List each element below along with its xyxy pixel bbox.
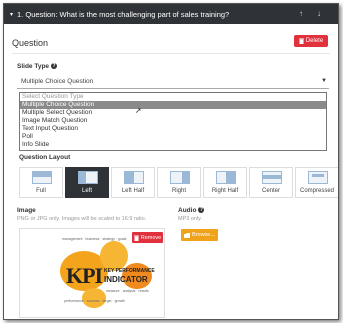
layout-right-half[interactable]: Right Half (203, 167, 247, 198)
layout-label: Left (81, 188, 92, 194)
question-header-bar[interactable]: ▾ 1. Question: What is the most challeng… (4, 4, 338, 24)
section-title: Question (12, 38, 49, 48)
chevron-down-icon: ▼ (321, 78, 327, 84)
kpi-subheading: KEY PERFORMANCE (104, 268, 155, 274)
kpi-heading: KPI (66, 263, 103, 288)
slide-type-select[interactable]: Multiple Choice Question ▼ (17, 75, 329, 89)
dropdown-option[interactable]: Select Question Type (20, 93, 326, 101)
slide-type-value: Multiple Choice Question (21, 78, 94, 85)
layout-options: Full Left Left Half Right Right Half Cen… (19, 167, 338, 198)
layout-left[interactable]: Left (65, 167, 109, 198)
layout-label: Compressed (299, 188, 334, 194)
move-up-icon[interactable]: ↑ (299, 9, 303, 18)
layout-right-icon (170, 171, 190, 184)
layout-compressed[interactable]: Compressed (295, 167, 338, 198)
delete-label: Delete (305, 38, 324, 44)
word-cloud: management · business · strategy · goals (62, 237, 127, 241)
remove-image-button[interactable]: Remove (132, 232, 163, 243)
layout-left-icon (78, 171, 98, 184)
slide-editor-panel: ▾ 1. Question: What is the most challeng… (3, 3, 339, 320)
layout-full-icon (32, 171, 52, 184)
browse-audio-button[interactable]: Browse... (181, 229, 218, 241)
layout-label: Right (171, 188, 186, 194)
help-icon[interactable]: ? (198, 207, 205, 214)
move-down-icon[interactable]: ↓ (317, 9, 321, 18)
layout-center-icon (262, 171, 282, 184)
folder-icon (184, 232, 191, 238)
question-title: 1. Question: What is the most challengin… (17, 9, 230, 19)
layout-label: Full (36, 188, 46, 194)
layout-label: Left Half (121, 188, 145, 194)
layout-left-half-icon (124, 171, 144, 184)
audio-hint: MP3 only. (178, 216, 203, 222)
layout-right-half-icon (216, 171, 236, 184)
help-icon[interactable]: ? (51, 63, 58, 70)
trash-icon (298, 38, 304, 44)
dropdown-option[interactable]: Multiple Select Question (20, 109, 326, 117)
slide-type-dropdown[interactable]: Select Question Type Multiple Choice Que… (19, 92, 327, 151)
dropdown-option[interactable]: Info Slide (20, 141, 326, 149)
layout-center[interactable]: Center (249, 167, 293, 198)
question-layout-label: Question Layout (19, 154, 71, 161)
collapse-caret-icon[interactable]: ▾ (10, 11, 13, 18)
layout-left-half[interactable]: Left Half (111, 167, 155, 198)
slide-type-label: Slide Type? (17, 63, 58, 70)
image-label: Image (17, 207, 36, 214)
layout-compressed-icon (308, 171, 328, 184)
layout-full[interactable]: Full (19, 167, 63, 198)
layout-right[interactable]: Right (157, 167, 201, 198)
layout-label: Right Half (211, 188, 239, 194)
trash-icon (133, 235, 139, 241)
image-hint: PNG or JPG only. Images will be scaled t… (17, 216, 147, 222)
remove-label: Remove (140, 234, 162, 241)
layout-label: Center (261, 188, 280, 194)
kpi-subheading-2: INDICATOR (104, 275, 148, 284)
dropdown-option[interactable]: Image Match Question (20, 117, 326, 125)
dropdown-option-selected[interactable]: Multiple Choice Question (20, 101, 326, 109)
delete-button[interactable]: Delete (294, 35, 328, 47)
dropdown-option[interactable]: Poll (20, 133, 326, 141)
browse-label: Browse... (192, 232, 215, 238)
divider (12, 53, 330, 54)
dropdown-option[interactable]: Text Input Question (20, 125, 326, 133)
audio-label: Audio? (178, 207, 205, 214)
kpi-image: management · business · strategy · goals… (60, 233, 160, 315)
mouse-cursor-icon: ➚ (135, 106, 142, 115)
